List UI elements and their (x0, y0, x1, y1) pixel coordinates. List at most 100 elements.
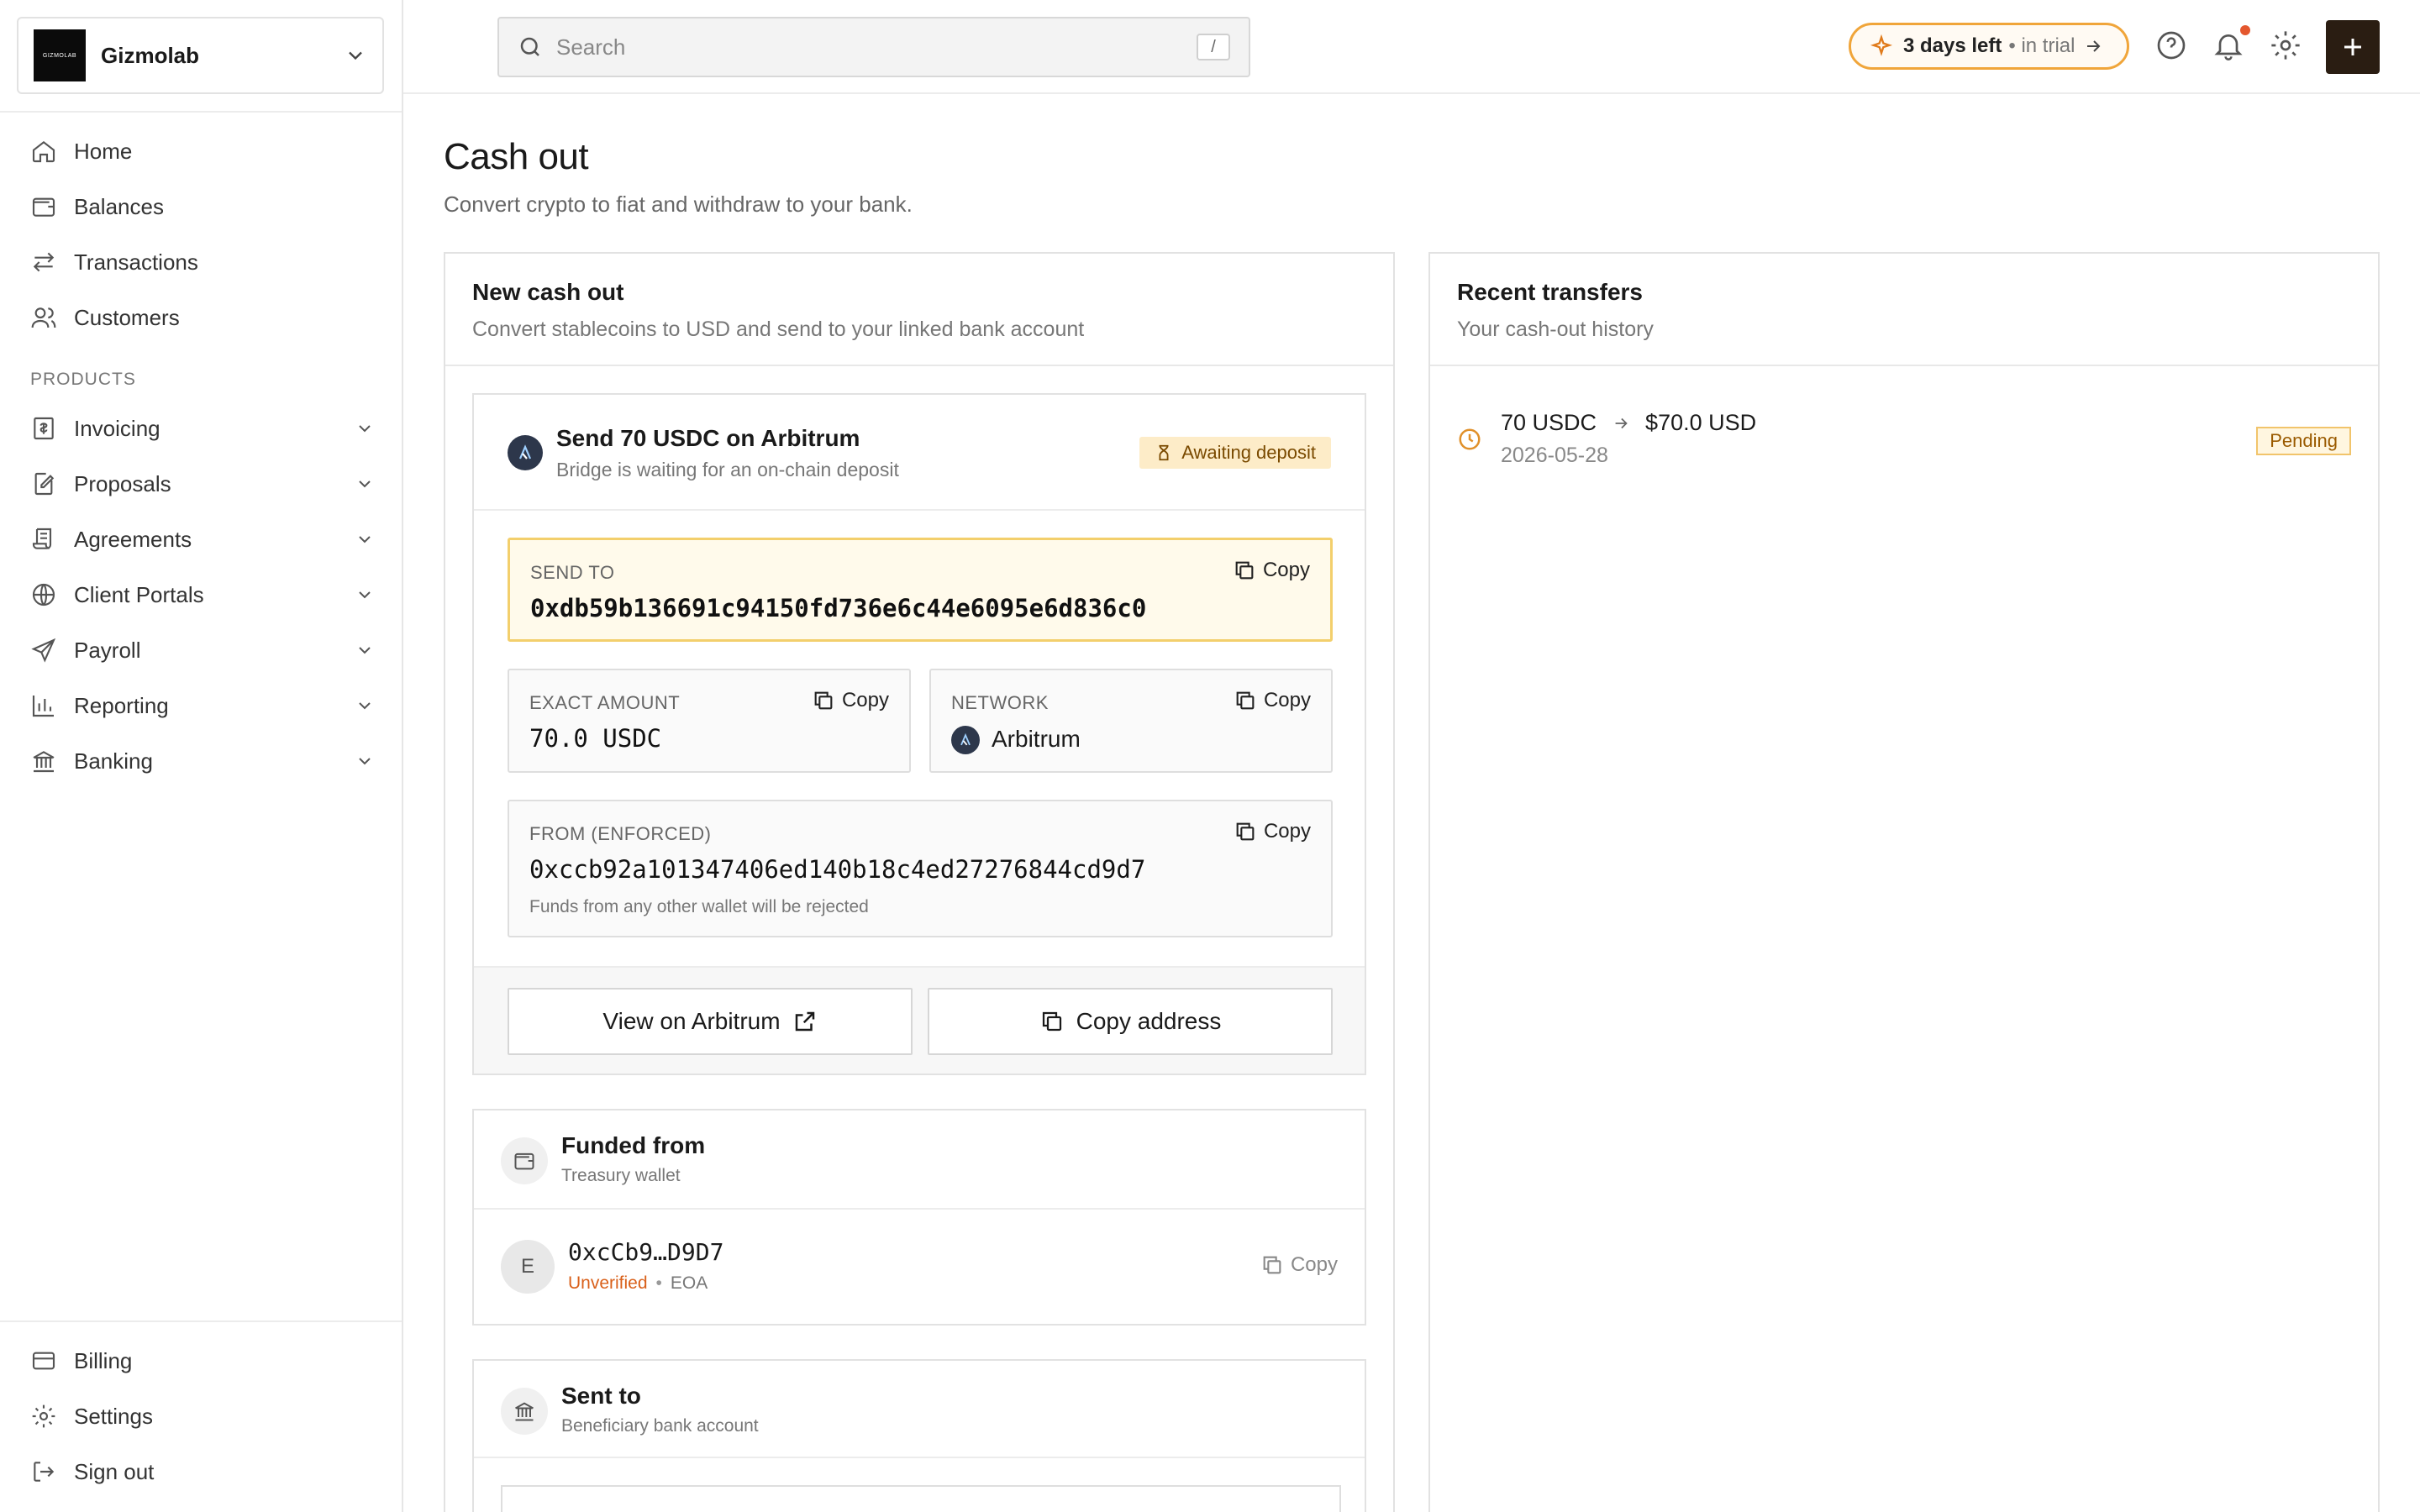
copy-button[interactable]: Copy (1234, 689, 1311, 712)
copy-icon (1236, 822, 1255, 841)
nav-label: Customers (74, 304, 180, 330)
wallet-type: EOA (670, 1273, 708, 1293)
avatar: E (501, 1240, 555, 1294)
send-to-address[interactable]: 0xdb59b136691c94150fd736e6c44e6095e6d836… (530, 594, 1146, 622)
from-field: FROM (ENFORCED) 0xccb92a101347406ed140b1… (508, 800, 1333, 937)
new-cash-out-card: New cash out Convert stablecoins to USD … (444, 252, 1395, 1512)
copy-button[interactable]: Copy (812, 689, 889, 712)
separator: • (655, 1273, 662, 1293)
page-title: Cash out (444, 136, 589, 177)
users-icon (31, 307, 56, 328)
wallet-icon (501, 1137, 548, 1184)
copy-icon (1263, 1256, 1281, 1274)
copy-label: Copy (1262, 559, 1310, 581)
nav-settings[interactable]: Settings (30, 1396, 375, 1436)
nav-label: Settings (74, 1403, 153, 1429)
notification-dot (2240, 25, 2250, 35)
nav-label: Client Portals (74, 581, 204, 607)
transfer-amounts: 70 USDC $70.0 USD (1501, 410, 1756, 436)
deposit-subtitle: Bridge is waiting for an on-chain deposi… (556, 459, 899, 480)
card-subtitle: Convert stablecoins to USD and send to y… (472, 318, 1085, 341)
copy-label: Copy (1263, 689, 1311, 711)
copy-label: Copy (1290, 1253, 1338, 1276)
copy-button[interactable]: Copy (1260, 1253, 1338, 1277)
card-title: New cash out (472, 279, 624, 305)
copy-icon (1236, 691, 1255, 710)
proposal-icon (34, 472, 55, 496)
nav-label: Home (74, 138, 133, 164)
arrow-right-icon (2087, 40, 2101, 52)
sent-to-title: Sent to (561, 1383, 641, 1409)
products-section-label: PRODUCTS (30, 370, 136, 389)
deposit-panel: Send 70 USDC on Arbitrum Bridge is waiti… (472, 393, 1366, 1075)
nav-invoicing[interactable]: Invoicing (30, 408, 375, 449)
org-logo: GIZMOLAB (34, 29, 86, 81)
gear-icon[interactable] (2269, 29, 2302, 62)
nav-payroll[interactable]: Payroll (30, 630, 375, 670)
org-name: Gizmolab (101, 42, 200, 68)
copy-address-button[interactable]: Copy address (928, 988, 1333, 1055)
org-switcher[interactable]: GIZMOLAB Gizmolab (17, 17, 384, 94)
help-icon[interactable] (2154, 29, 2188, 62)
arbitrum-icon (508, 435, 543, 470)
nav-proposals[interactable]: Proposals (30, 464, 375, 504)
recent-transfers-card: Recent transfers Your cash-out history 7… (1428, 252, 2380, 1512)
funded-from-title: Funded from (561, 1132, 706, 1158)
bell-icon[interactable] (2212, 29, 2245, 62)
copy-button[interactable]: Copy (1233, 559, 1310, 582)
verification-status: Unverified (568, 1273, 648, 1293)
nav-home[interactable]: Home (30, 131, 375, 171)
field-label: NETWORK (951, 692, 1049, 713)
chevron-down-icon (349, 51, 362, 60)
wallet-address: 0xcCb9…D9D7 (568, 1238, 724, 1266)
field-label: SEND TO (530, 562, 615, 583)
deposit-actions: View on Arbitrum Copy address (474, 966, 1365, 1074)
copy-button[interactable]: Copy (1234, 820, 1311, 843)
chevron-down-icon (359, 536, 371, 543)
amount-value[interactable]: 70.0 USDC (529, 724, 661, 753)
nav-sign-out[interactable]: Sign out (30, 1452, 375, 1492)
chevron-down-icon (359, 591, 371, 599)
view-on-arbitrum-button[interactable]: View on Arbitrum (508, 988, 913, 1055)
send-icon (31, 638, 56, 663)
nav-customers[interactable]: Customers (30, 297, 375, 338)
from-note: Funds from any other wallet will be reje… (529, 897, 869, 916)
funded-from-subtitle: Treasury wallet (561, 1166, 681, 1185)
nav-balances[interactable]: Balances (30, 186, 375, 227)
page-subtitle: Convert crypto to fiat and withdraw to y… (444, 192, 913, 217)
status-badge: Pending (2256, 427, 2351, 455)
trial-days: 3 days left (1903, 34, 2002, 57)
wallet-meta: Unverified • EOA (568, 1273, 708, 1294)
transfer-date: 2026-05-28 (1501, 444, 1608, 467)
funded-from-header: Funded from Treasury wallet (474, 1110, 1365, 1210)
bank-account-row[interactable] (501, 1485, 1341, 1512)
nav-label: Transactions (74, 249, 198, 275)
trial-badge[interactable]: 3 days left • in trial (1849, 23, 2129, 70)
bank-icon (33, 751, 55, 773)
nav-client-portals[interactable]: Client Portals (30, 575, 375, 615)
from-address[interactable]: 0xccb92a101347406ed140b18c4ed27276844cd9… (529, 855, 1145, 884)
chevron-down-icon (359, 647, 371, 654)
nav-reporting[interactable]: Reporting (30, 685, 375, 726)
external-link-icon (795, 1011, 814, 1032)
card-header: New cash out Convert stablecoins to USD … (445, 254, 1393, 366)
divider (0, 111, 402, 113)
trial-suffix: • in trial (2008, 34, 2075, 57)
nav-transactions[interactable]: Transactions (30, 242, 375, 282)
nav-agreements[interactable]: Agreements (30, 519, 375, 559)
search-input[interactable]: Search / (497, 17, 1250, 77)
create-button[interactable] (2326, 20, 2380, 74)
transfer-from: 70 USDC (1501, 410, 1597, 435)
nav-label: Balances (74, 193, 164, 219)
nav-billing[interactable]: Billing (30, 1341, 375, 1381)
nav-label: Billing (74, 1347, 133, 1373)
plus-icon (2344, 39, 2361, 55)
bank-icon (501, 1388, 548, 1435)
search-icon (520, 37, 539, 56)
invoice-icon (34, 417, 54, 440)
card-header: Recent transfers Your cash-out history (1430, 254, 2378, 366)
transfer-row[interactable]: 70 USDC $70.0 USD 2026-05-28 (1430, 402, 2378, 486)
field-label: EXACT AMOUNT (529, 692, 681, 713)
card-title: Recent transfers (1457, 279, 1643, 305)
nav-banking[interactable]: Banking (30, 741, 375, 781)
